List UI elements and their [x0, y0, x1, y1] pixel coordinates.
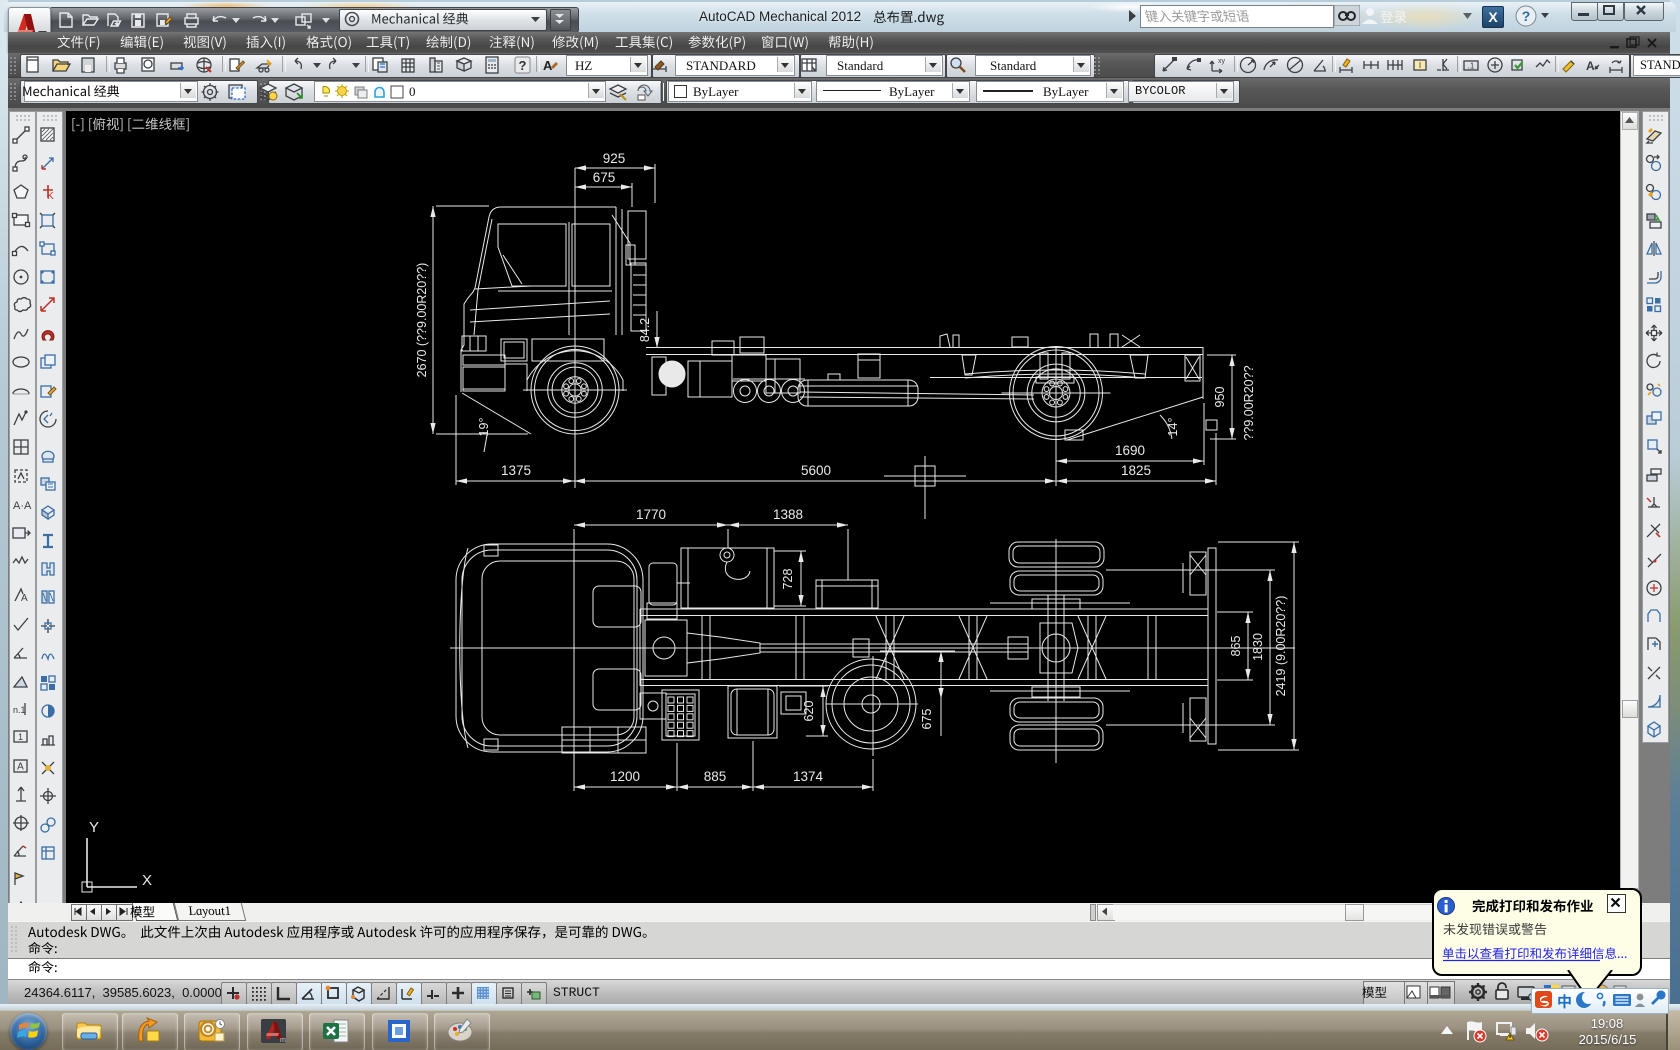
svg-text:675: 675 [593, 170, 616, 185]
svg-text:X: X [142, 872, 152, 889]
svg-text:1388: 1388 [773, 507, 803, 522]
svg-text:n.1: n.1 [13, 705, 26, 715]
svg-text:1374: 1374 [793, 769, 824, 784]
svg-text:1: 1 [18, 732, 23, 742]
svg-text:Y: Y [89, 819, 99, 836]
svg-text:K: K [47, 191, 54, 202]
svg-text:A: A [1586, 59, 1595, 73]
svg-text:885: 885 [704, 769, 727, 784]
svg-text:1830: 1830 [1251, 633, 1265, 661]
svg-text:.1: .1 [1468, 62, 1475, 71]
svg-text:1770: 1770 [636, 507, 666, 522]
svg-text:2419 (9.00R20??): 2419 (9.00R20??) [1274, 596, 1288, 697]
svg-text:620: 620 [802, 701, 816, 722]
svg-text:I: I [1419, 61, 1421, 70]
svg-text:xy: xy [1218, 58, 1226, 65]
svg-text:2670 (??9.00R20??): 2670 (??9.00R20??) [415, 263, 429, 378]
svg-text:950: 950 [1213, 387, 1227, 408]
svg-text:925: 925 [603, 151, 626, 166]
svg-text:A·A: A·A [13, 500, 32, 512]
svg-text:84.2: 84.2 [638, 318, 652, 342]
svg-text:14°: 14° [1166, 418, 1180, 437]
svg-text:A: A [543, 58, 553, 73]
svg-text:A: A [17, 761, 24, 772]
svg-text:865: 865 [1229, 636, 1243, 657]
svg-text:1375: 1375 [501, 463, 531, 478]
svg-text:1690: 1690 [1115, 443, 1145, 458]
svg-text:?: ? [1522, 8, 1531, 24]
svg-text:1200: 1200 [610, 769, 640, 784]
svg-text:??9.00R20??: ??9.00R20?? [1242, 365, 1256, 440]
svg-text:1825: 1825 [1121, 463, 1151, 478]
svg-text:675: 675 [920, 709, 934, 730]
svg-text:A: A [21, 593, 28, 604]
svg-text:5600: 5600 [801, 463, 831, 478]
svg-text:m: m [280, 1037, 286, 1044]
svg-text:?: ? [519, 58, 527, 73]
svg-text:728: 728 [781, 569, 795, 590]
